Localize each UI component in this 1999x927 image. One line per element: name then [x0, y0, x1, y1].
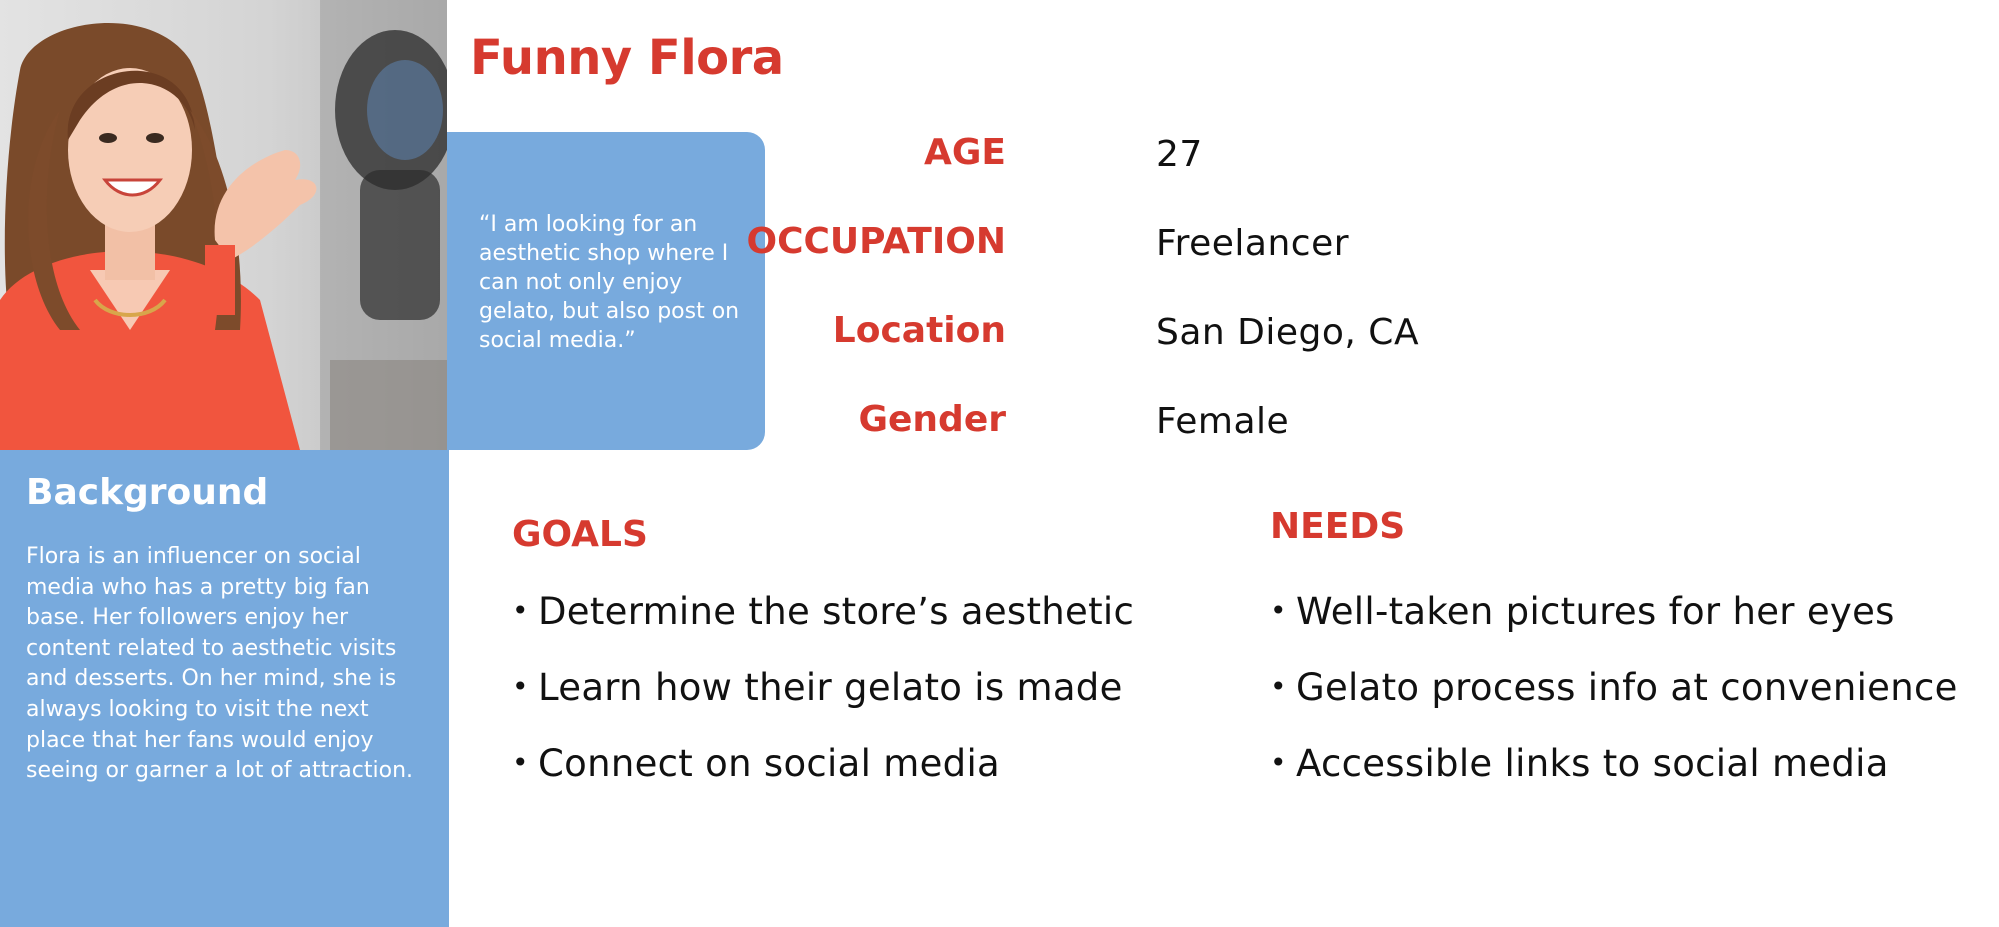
attribute-value: Female: [1156, 401, 1290, 442]
list-item: • Well-taken pictures for her eyes: [1270, 590, 1958, 666]
attribute-value: 27: [1156, 134, 1203, 175]
list-item: • Gelato process info at convenience: [1270, 666, 1958, 742]
goal-text: Connect on social media: [538, 742, 1000, 785]
needs-list: • Well-taken pictures for her eyes • Gelat…: [1270, 590, 1958, 818]
attribute-row-occupation: OCCUPATION Freelancer: [746, 221, 1690, 281]
goal-text: Determine the store’s aesthetic: [538, 590, 1135, 633]
list-item: • Accessible links to social media: [1270, 742, 1958, 818]
list-item: • Connect on social media: [512, 742, 1134, 818]
persona-quote: “I am looking for an aesthetic shop wher…: [479, 212, 740, 353]
quote-box: “I am looking for an aesthetic shop wher…: [447, 132, 765, 450]
goal-text: Learn how their gelato is made: [538, 666, 1123, 709]
list-item: • Learn how their gelato is made: [512, 666, 1134, 742]
bullet-icon: •: [1270, 594, 1287, 627]
background-panel: Background Flora is an influencer on soc…: [0, 450, 449, 927]
list-item: • Determine the store’s aesthetic: [512, 590, 1134, 666]
attribute-value: San Diego, CA: [1156, 312, 1420, 353]
goals-title: GOALS: [512, 514, 648, 555]
need-text: Accessible links to social media: [1296, 742, 1889, 785]
background-title: Background: [26, 472, 269, 513]
bullet-icon: •: [1270, 746, 1287, 779]
bullet-icon: •: [512, 670, 529, 703]
persona-photo: [0, 0, 447, 450]
attribute-label: Gender: [858, 399, 1006, 440]
need-text: Well-taken pictures for her eyes: [1296, 590, 1895, 633]
attribute-label: OCCUPATION: [746, 221, 1006, 262]
attribute-row-age: AGE 27: [790, 132, 1690, 192]
attribute-row-location: Location San Diego, CA: [790, 310, 1690, 370]
needs-title: NEEDS: [1270, 506, 1406, 547]
need-text: Gelato process info at convenience: [1296, 666, 1958, 709]
attribute-row-gender: Gender Female: [790, 399, 1690, 459]
bullet-icon: •: [1270, 670, 1287, 703]
bullet-icon: •: [512, 594, 529, 627]
goals-list: • Determine the store’s aesthetic • Learn …: [512, 590, 1134, 818]
attribute-value: Freelancer: [1156, 223, 1350, 264]
persona-name: Funny Flora: [470, 30, 784, 86]
background-text: Flora is an influencer on social media w…: [26, 544, 414, 784]
attribute-label: AGE: [923, 132, 1006, 173]
bullet-icon: •: [512, 746, 529, 779]
attribute-label: Location: [832, 310, 1006, 351]
